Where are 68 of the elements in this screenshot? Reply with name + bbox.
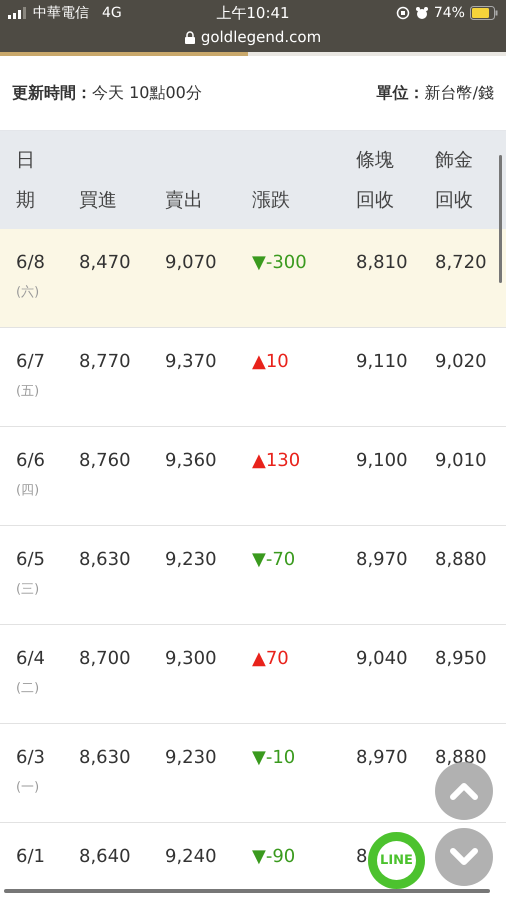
change-cell: ▼-300 [252, 251, 307, 275]
change-cell: ▼-70 [252, 548, 296, 572]
table-cell: 9,070 [165, 251, 217, 275]
network-type: 4G [102, 5, 122, 21]
date-cell: 6/8 [16, 251, 45, 275]
table-cell: 9,010 [435, 449, 487, 473]
change-cell: ▲130 [252, 449, 300, 473]
table-cell: 9,230 [165, 548, 217, 572]
table-cell: 8,770 [79, 350, 131, 374]
table-cell: 9,300 [165, 647, 217, 671]
page-url[interactable]: goldlegend.com [200, 28, 322, 46]
table-cell: 8,700 [79, 647, 131, 671]
table-cell: 9,100 [356, 449, 408, 473]
weekday-label: (三) [16, 581, 40, 598]
table-cell: 9,360 [165, 449, 217, 473]
battery-percent: 74% [434, 5, 465, 21]
table-cell: 8,630 [79, 746, 131, 770]
battery-icon [470, 6, 498, 20]
weekday-label: (五) [16, 383, 40, 400]
date-cell: 6/7 [16, 350, 45, 374]
rotation-lock-icon [396, 6, 410, 20]
clock-time: 上午10:41 [216, 4, 290, 22]
signal-icon [8, 7, 28, 19]
weekday-label: (一) [16, 779, 40, 796]
table-cell: 9,020 [435, 350, 487, 374]
table-cell: 9,230 [165, 746, 217, 770]
column-header: 條塊 回收 [356, 148, 394, 213]
table-cell: 8,810 [356, 251, 408, 275]
chevron-up-icon [449, 781, 479, 801]
date-cell: 6/5 [16, 548, 45, 572]
table-cell: 8,760 [79, 449, 131, 473]
lock-icon [184, 30, 195, 44]
table-cell: 8,880 [435, 548, 487, 572]
table-cell: 8,470 [79, 251, 131, 275]
table-cell: 9,110 [356, 350, 408, 374]
date-cell: 6/1 [16, 845, 45, 869]
carrier-name: 中華電信 [33, 4, 89, 22]
change-cell: ▼-90 [252, 845, 296, 869]
table-cell: 8,880 [435, 746, 487, 770]
column-header: 漲跌 [252, 188, 290, 213]
column-header: 飾金 回收 [435, 148, 473, 213]
chevron-down-icon [449, 847, 479, 867]
change-cell: ▲10 [252, 350, 289, 374]
currency-unit: 單位：新台幣/錢 [376, 82, 494, 104]
table-cell: 8,720 [435, 251, 487, 275]
update-time: 更新時間：今天 10點00分 [12, 82, 202, 104]
scrollbar[interactable] [4, 889, 490, 893]
table-cell: 8,640 [79, 845, 131, 869]
column-header: 日 期 [16, 148, 35, 213]
change-cell: ▲70 [252, 647, 289, 671]
date-cell: 6/4 [16, 647, 45, 671]
column-header: 賣出 [165, 188, 203, 213]
date-cell: 6/6 [16, 449, 45, 473]
table-cell: 9,240 [165, 845, 217, 869]
weekday-label: (二) [16, 680, 40, 697]
table-cell: 9,040 [356, 647, 408, 671]
column-header: 買進 [79, 188, 117, 213]
date-cell: 6/3 [16, 746, 45, 770]
table-cell: 8 [356, 845, 368, 869]
weekday-label: (四) [16, 482, 40, 499]
table-cell: 8,950 [435, 647, 487, 671]
table-cell: 8,630 [79, 548, 131, 572]
scrollbar[interactable] [499, 155, 502, 283]
table-cell: 9,370 [165, 350, 217, 374]
table-cell: 8,970 [356, 548, 408, 572]
weekday-label: (六) [16, 284, 40, 301]
table-cell: 8,970 [356, 746, 408, 770]
change-cell: ▼-10 [252, 746, 296, 770]
